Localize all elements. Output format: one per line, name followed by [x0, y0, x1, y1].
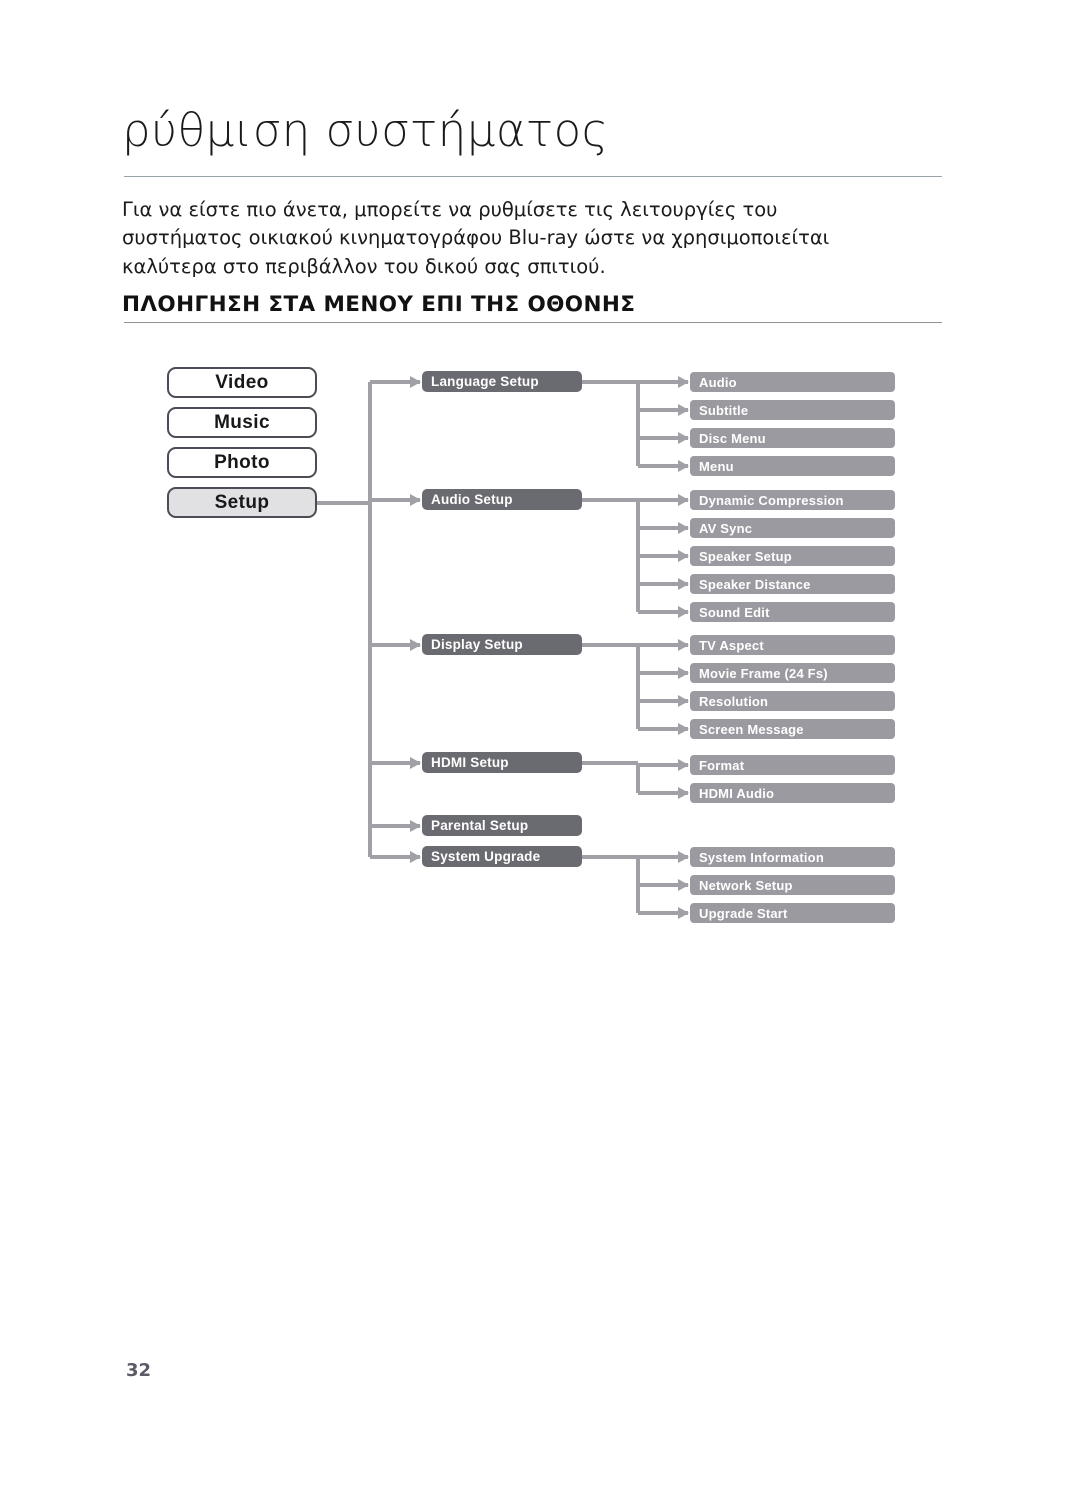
leaf-node-speaker-distance[interactable]: Speaker Distance [690, 574, 895, 594]
arrow-head-icon [678, 759, 689, 771]
arrow-head-icon [678, 432, 689, 444]
leaf-node-hdmi-audio[interactable]: HDMI Audio [690, 783, 895, 803]
intro-paragraph: Για να είστε πιο άνετα, μπορείτε να ρυθμ… [122, 198, 830, 278]
leaf-node-system-information[interactable]: System Information [690, 847, 895, 867]
connector-line [582, 497, 638, 502]
leaf-node-network-setup[interactable]: Network Setup [690, 875, 895, 895]
leaf-node-sound-edit[interactable]: Sound Edit [690, 602, 895, 622]
leaf-node-screen-message[interactable]: Screen Message [690, 719, 895, 739]
page-title: ρύθμιση συστήματος [122, 104, 609, 157]
arrow-head-icon [678, 851, 689, 863]
leaf-node-upgrade-start[interactable]: Upgrade Start [690, 903, 895, 923]
group-node-parental-setup[interactable]: Parental Setup [422, 815, 582, 836]
arrow-head-icon [678, 494, 689, 506]
leaf-node-subtitle[interactable]: Subtitle [690, 400, 895, 420]
arrow-head-icon [678, 376, 689, 388]
leaf-node-speaker-setup[interactable]: Speaker Setup [690, 546, 895, 566]
arrow-head-icon [410, 850, 421, 863]
source-button-music[interactable]: Music [167, 407, 317, 438]
arrow-head-icon [410, 375, 421, 388]
arrow-head-icon [678, 907, 689, 919]
arrow-head-icon [410, 638, 421, 651]
connector-line [368, 381, 372, 857]
arrow-head-icon [678, 550, 689, 562]
arrow-head-icon [678, 667, 689, 679]
arrow-head-icon [678, 578, 689, 590]
group-node-language-setup[interactable]: Language Setup [422, 371, 582, 392]
leaf-node-dynamic-compression[interactable]: Dynamic Compression [690, 490, 895, 510]
leaf-node-movie-frame-24-fs[interactable]: Movie Frame (24 Fs) [690, 663, 895, 683]
group-node-audio-setup[interactable]: Audio Setup [422, 489, 582, 510]
leaf-node-menu[interactable]: Menu [690, 456, 895, 476]
leaf-node-tv-aspect[interactable]: TV Aspect [690, 635, 895, 655]
group-node-system-upgrade[interactable]: System Upgrade [422, 846, 582, 867]
leaf-node-format[interactable]: Format [690, 755, 895, 775]
source-button-photo[interactable]: Photo [167, 447, 317, 478]
arrow-head-icon [678, 404, 689, 416]
arrow-head-icon [678, 723, 689, 735]
leaf-node-disc-menu[interactable]: Disc Menu [690, 428, 895, 448]
title-divider [124, 176, 942, 177]
group-node-display-setup[interactable]: Display Setup [422, 634, 582, 655]
arrow-head-icon [410, 493, 421, 506]
connector-line [582, 760, 638, 765]
arrow-head-icon [678, 879, 689, 891]
source-button-video[interactable]: Video [167, 367, 317, 398]
connector-line [582, 642, 638, 647]
connector-line [636, 381, 640, 466]
connector-line [582, 379, 638, 384]
arrow-head-icon [410, 756, 421, 769]
section-divider [124, 322, 942, 323]
arrow-head-icon [678, 787, 689, 799]
arrow-head-icon [678, 606, 689, 618]
connector-line [636, 644, 640, 729]
connector-line [582, 854, 638, 859]
page-number: 32 [126, 1360, 152, 1381]
arrow-head-icon [410, 819, 421, 832]
arrow-head-icon [678, 695, 689, 707]
arrow-head-icon [678, 639, 689, 651]
leaf-node-resolution[interactable]: Resolution [690, 691, 895, 711]
connector-line [636, 762, 640, 793]
arrow-head-icon [678, 460, 689, 472]
source-button-setup[interactable]: Setup [167, 487, 317, 518]
arrow-head-icon [678, 522, 689, 534]
leaf-node-audio[interactable]: Audio [690, 372, 895, 392]
connector-line [317, 500, 370, 505]
section-heading: ΠΛΟΗΓΗΣΗ ΣΤΑ ΜΕΝΟΥ ΕΠΙ ΤΗΣ ΟΘΟΝΗΣ [122, 292, 636, 317]
leaf-node-av-sync[interactable]: AV Sync [690, 518, 895, 538]
group-node-hdmi-setup[interactable]: HDMI Setup [422, 752, 582, 773]
